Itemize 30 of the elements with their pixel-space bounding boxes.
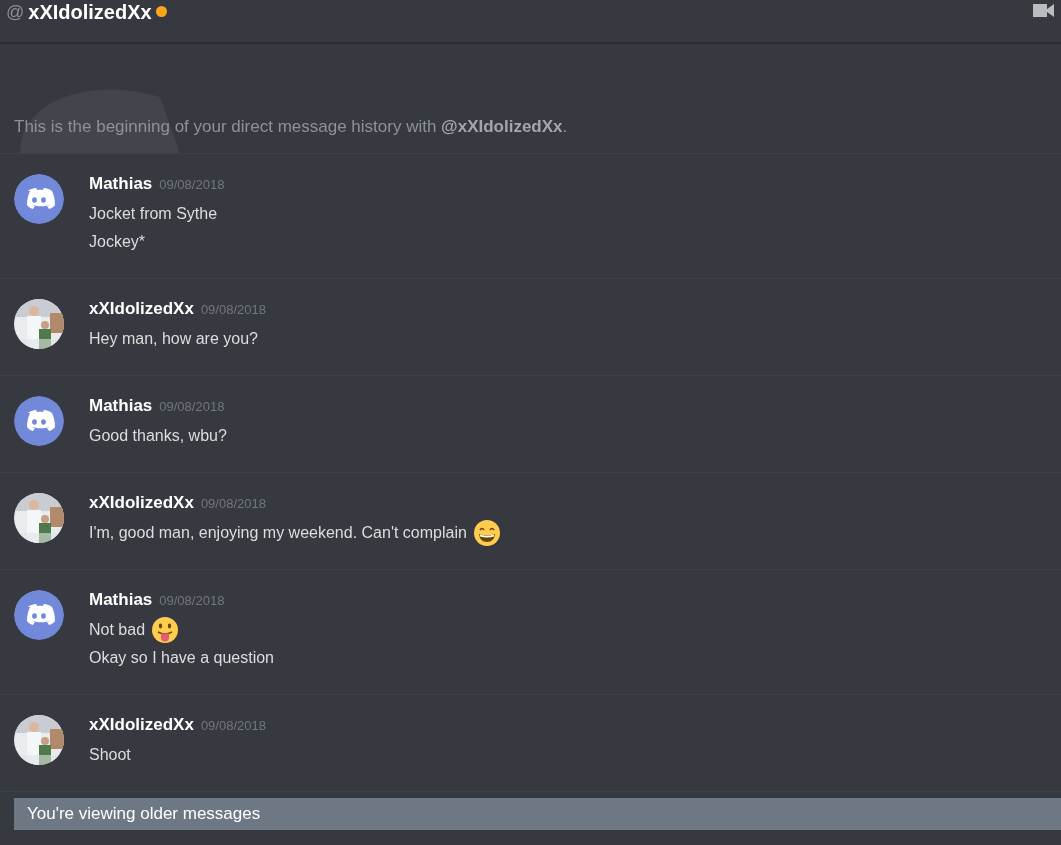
message-text: I'm, good man, enjoying my weekend. Can't complain [89,524,467,542]
author-name[interactable]: xXIdolizedXx [89,715,194,735]
video-camera-icon[interactable] [1033,3,1055,18]
timestamp: 09/08/2018 [159,177,225,192]
discord-logo-icon [14,174,64,224]
message-text: Jocket from Sythe [89,205,218,223]
timestamp: 09/08/2018 [159,399,225,414]
at-sign: @ [6,1,25,24]
older-messages-banner[interactable]: You're viewing older messages [14,798,1061,830]
timestamp: 09/08/2018 [159,593,225,608]
author-name[interactable]: Mathias [89,174,153,194]
timestamp: 09/08/2018 [200,302,266,317]
author-name[interactable]: xXIdolizedXx [89,493,194,513]
timestamp: 09/08/2018 [200,496,266,511]
message-text: Good thanks, wbu? [89,427,227,445]
author-name[interactable]: xXIdolizedXx [89,299,194,319]
message-text: Jockey* [89,233,146,251]
discord-logo-icon [14,396,64,446]
grinning-face-icon [472,519,501,547]
timestamp: 09/08/2018 [200,718,266,733]
channel-title: xXIdolizedXx [28,0,152,24]
message-text: Okay so I have a question [89,649,274,667]
intro-text: This is the beginning of your direct message history with @xXIdolizedXx. [14,116,568,138]
author-name[interactable]: Mathias [89,590,153,610]
discord-logo-icon [14,590,64,640]
message-text: Not bad [89,621,146,639]
message-text: Hey man, how are you? [89,330,258,348]
message-text: Shoot [89,746,131,764]
tongue-face-icon [151,616,180,644]
author-name[interactable]: Mathias [89,396,153,416]
